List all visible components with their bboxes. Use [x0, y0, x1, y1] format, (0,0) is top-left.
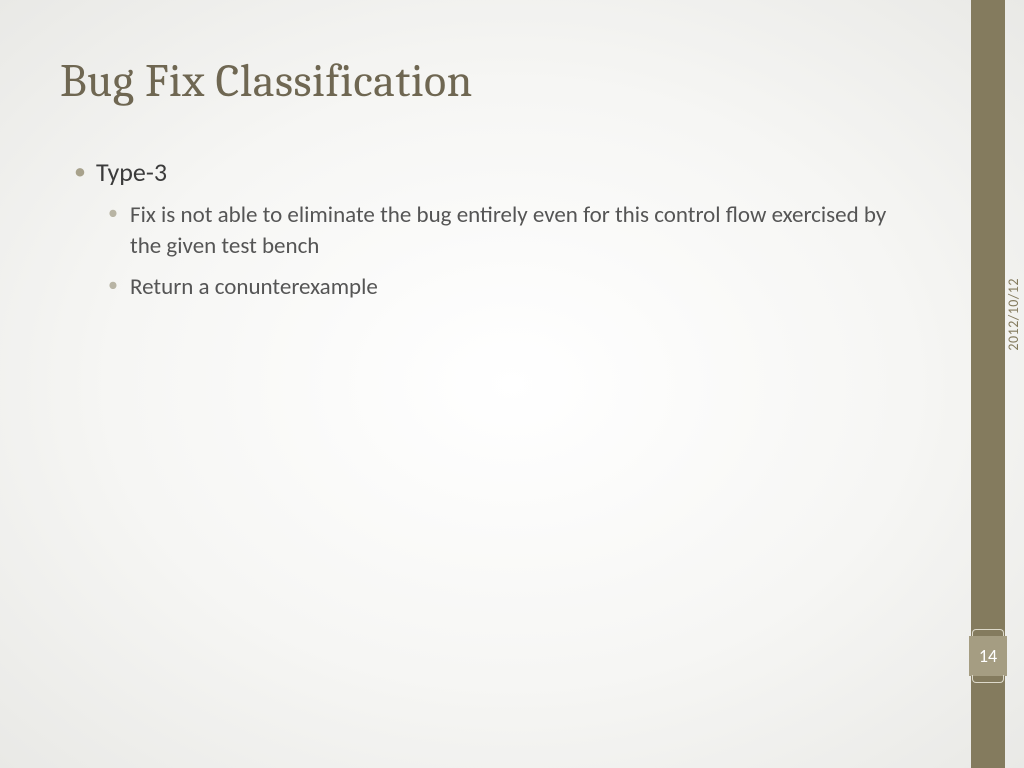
slide-content: Bug Fix Classification Type-3 Fix is not… — [0, 0, 952, 768]
page-number: 14 — [979, 645, 997, 667]
page-number-bracket — [972, 675, 1004, 683]
slide-title: Bug Fix Classification — [60, 55, 892, 108]
bullet-level-2: Return a conunterexample — [60, 272, 890, 303]
sidebar-date: 2012/10/12 — [1005, 278, 1024, 351]
bullet-level-1: Type-3 — [60, 156, 892, 190]
bullet-list: Type-3 Fix is not able to eliminate the … — [60, 156, 892, 303]
sidebar: 2012/10/12 14 — [952, 0, 1024, 768]
bullet-level-2: Fix is not able to eliminate the bug ent… — [60, 200, 890, 262]
page-number-box: 14 — [969, 636, 1007, 676]
